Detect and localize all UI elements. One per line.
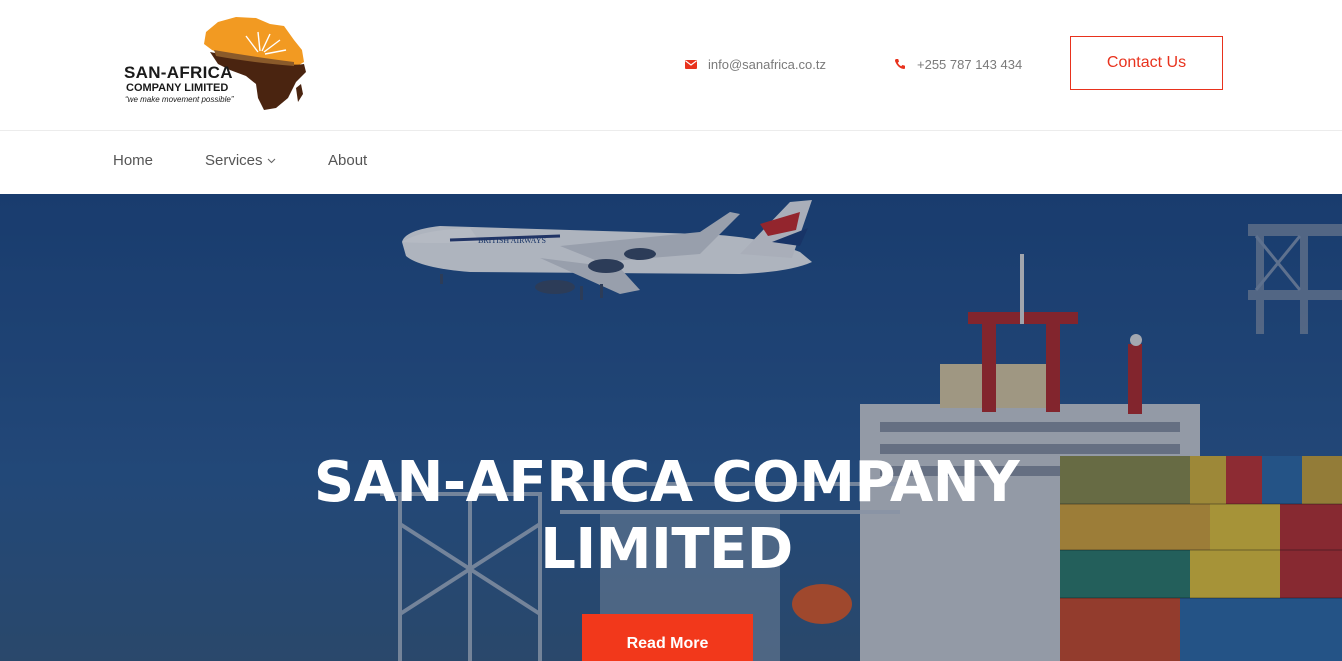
nav-item-home[interactable]: Home [113,152,153,169]
hero-title: SAN-AFRICA COMPANY LIMITED [313,450,1020,582]
hero-banner: BRITISH AIRWAYS SAN-AFRICA COMPANY LIMIT… [0,194,1342,661]
phone-icon [895,59,905,69]
read-more-button[interactable]: Read More [582,614,753,661]
email-text[interactable]: info@sanafrica.co.tz [708,57,826,72]
logo-brand-sub: COMPANY LIMITED [126,82,229,94]
nav-item-label: Home [113,152,154,169]
nav-item-services[interactable]: Services [205,152,276,169]
main-nav: Home Services About [0,131,1342,194]
phone-contact[interactable]: +255 787 143 434 [894,54,1022,74]
envelope-icon [685,60,697,69]
company-logo[interactable]: SAN-AFRICA COMPANY LIMITED “we make move… [118,14,310,114]
logo-brand-name: SAN-AFRICA [124,63,233,82]
nav-item-label: About [328,152,368,169]
nav-item-label: Services [205,152,263,169]
hero-overlay [0,194,1342,661]
contact-us-button[interactable]: Contact Us [1070,36,1223,90]
logo-text: SAN-AFRICA COMPANY LIMITED “we make move… [124,64,233,106]
chevron-down-icon [267,158,275,164]
phone-text[interactable]: +255 787 143 434 [917,57,1022,72]
logo-tagline: “we make movement possible” [125,95,234,104]
email-contact[interactable]: info@sanafrica.co.tz [685,54,826,74]
top-header: SAN-AFRICA COMPANY LIMITED “we make move… [0,0,1342,131]
nav-item-about[interactable]: About [328,152,367,169]
